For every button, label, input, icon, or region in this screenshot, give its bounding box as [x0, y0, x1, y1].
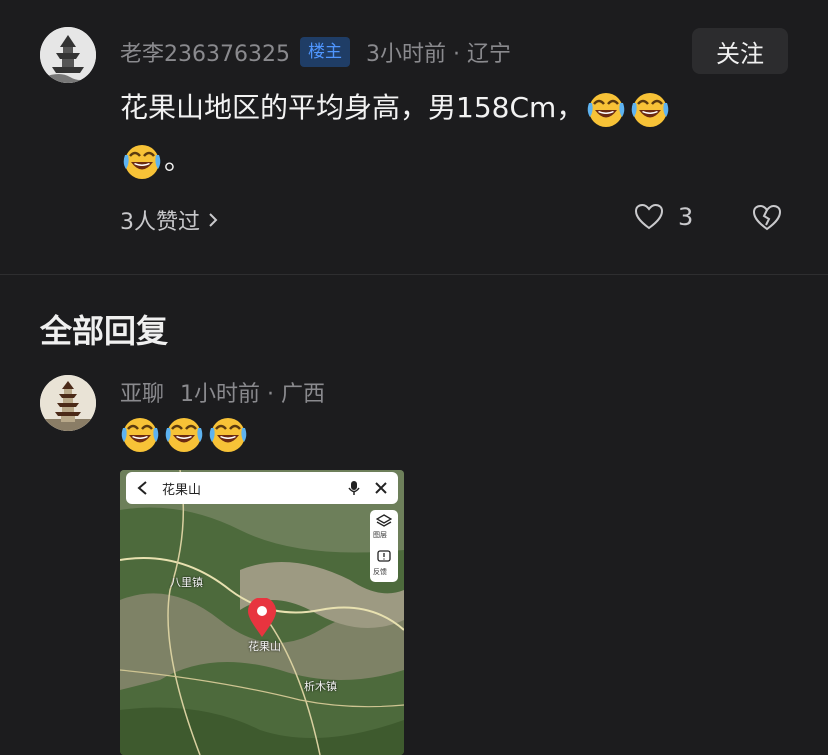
map-pin-icon[interactable]	[246, 598, 278, 638]
report-icon[interactable]	[377, 550, 391, 564]
laughing-crying-emoji-icon	[586, 89, 626, 129]
laughing-crying-emoji-icon	[120, 414, 160, 454]
map-place-label: 花果山	[248, 640, 281, 653]
post-meta: 3小时前 · 辽宁	[365, 42, 511, 67]
map-screenshot-image[interactable]: 花果山 图层 反馈 八里镇 花果山 析木镇	[120, 470, 404, 755]
author-row: 老李236376325 楼主 3小时前 · 辽宁	[120, 36, 511, 68]
report-label: 反馈	[373, 568, 387, 576]
post-text-tail: 。	[164, 143, 193, 176]
layers-label: 图层	[373, 531, 387, 539]
all-replies-title: 全部回复	[40, 312, 169, 350]
like-count: 3	[678, 203, 694, 231]
reply-author-row: 亚聊 1小时前 · 广西	[120, 376, 325, 408]
pagoda-photo-avatar-image	[40, 375, 96, 431]
dislike-button[interactable]	[752, 204, 782, 236]
layers-icon[interactable]	[376, 514, 392, 528]
post-text: 花果山地区的平均身高，男158Cm，	[120, 91, 585, 124]
reply-username[interactable]: 亚聊	[120, 376, 164, 408]
post-content: 花果山地区的平均身高，男158Cm， 。	[120, 82, 760, 186]
follow-button[interactable]: 关注	[692, 28, 788, 74]
laughing-crying-emoji-icon	[208, 414, 248, 454]
close-icon[interactable]	[374, 481, 388, 495]
broken-heart-icon	[752, 204, 782, 231]
reply-meta: 1小时前 · 广西	[180, 382, 325, 407]
author-username[interactable]: 老李236376325	[120, 36, 290, 68]
likers-label: 3人赞过	[120, 210, 200, 235]
map-search-bar[interactable]: 花果山	[126, 472, 398, 504]
map-tool-panel: 图层 反馈	[370, 510, 398, 582]
laughing-crying-emoji-icon	[122, 141, 162, 181]
mic-icon[interactable]	[348, 480, 360, 496]
laughing-crying-emoji-icon	[164, 414, 204, 454]
pagoda-sketch-avatar-image	[40, 27, 96, 83]
op-badge: 楼主	[299, 37, 350, 67]
heart-icon	[634, 203, 664, 230]
reply-content	[120, 414, 252, 454]
likers-link[interactable]: 3人赞过	[120, 204, 218, 236]
laughing-crying-emoji-icon	[630, 89, 670, 129]
chevron-right-icon	[209, 213, 218, 227]
map-place-label: 八里镇	[170, 576, 203, 589]
reply-avatar[interactable]	[40, 375, 96, 431]
map-place-label: 析木镇	[304, 680, 337, 693]
map-search-text: 花果山	[162, 482, 202, 498]
post: 老李236376325 楼主 3小时前 · 辽宁 关注 花果山地区的平均身高，男…	[0, 0, 828, 274]
author-avatar[interactable]	[40, 27, 96, 83]
like-button[interactable]: 3	[634, 203, 693, 231]
divider	[0, 274, 828, 275]
back-arrow-icon[interactable]	[136, 481, 150, 495]
